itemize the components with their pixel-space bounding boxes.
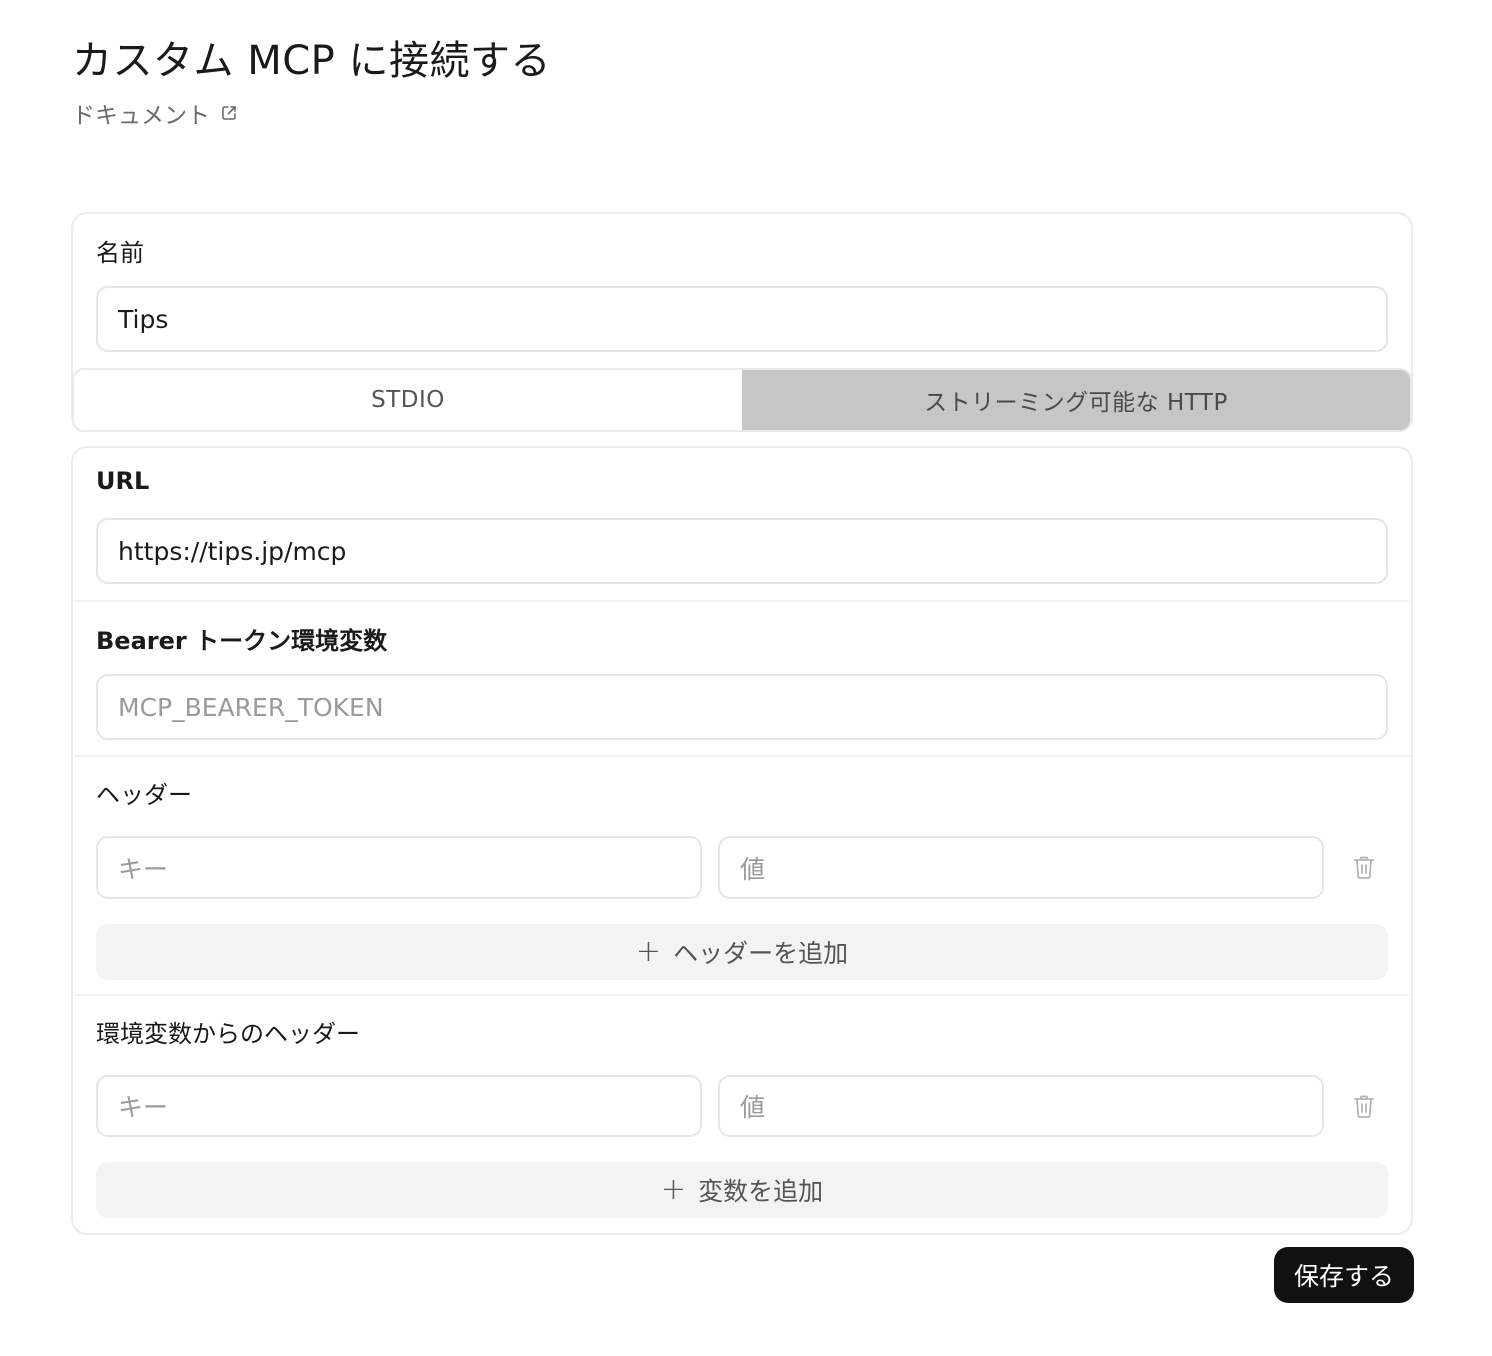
env-headers-label: 環境変数からのヘッダー	[96, 1020, 360, 1048]
bearer-token-input[interactable]: MCP_BEARER_TOKEN	[96, 674, 1388, 740]
tab-streamable-http-label: ストリーミング可能な HTTP	[924, 390, 1228, 416]
section-divider	[74, 600, 1410, 602]
documentation-link-label: ドキュメント	[72, 103, 210, 129]
documentation-link[interactable]: ドキュメント	[72, 96, 238, 130]
header-key-input[interactable]: キー	[96, 836, 702, 899]
save-button-label: 保存する	[1293, 1262, 1394, 1291]
add-variable-button[interactable]: + 変数を追加	[96, 1162, 1388, 1218]
trash-icon[interactable]	[1352, 854, 1376, 880]
url-input-value: https://tips.jp/mcp	[118, 536, 347, 566]
external-link-icon	[222, 106, 236, 120]
env-header-key-input[interactable]: キー	[96, 1075, 702, 1137]
name-label: 名前	[96, 239, 144, 267]
page-title: カスタム MCP に接続する	[72, 38, 551, 84]
add-header-label: ヘッダーを追加	[673, 939, 849, 968]
headers-label: ヘッダー	[96, 781, 192, 809]
tab-stdio[interactable]: STDIO	[74, 370, 742, 430]
url-input[interactable]: https://tips.jp/mcp	[96, 518, 1388, 584]
section-divider	[74, 994, 1410, 996]
section-divider	[74, 755, 1410, 757]
trash-icon[interactable]	[1352, 1093, 1376, 1119]
transport-tabs: STDIO ストリーミング可能な HTTP	[72, 368, 1412, 432]
name-input[interactable]: Tips	[96, 286, 1388, 352]
bearer-token-label: Bearer トークン環境変数	[96, 627, 388, 655]
add-header-button[interactable]: + ヘッダーを追加	[96, 924, 1388, 980]
header-value-input[interactable]: 値	[718, 836, 1324, 899]
url-label: URL	[96, 467, 150, 495]
env-header-value-input[interactable]: 値	[718, 1075, 1324, 1137]
tab-streamable-http[interactable]: ストリーミング可能な HTTP	[742, 370, 1410, 430]
plus-icon: +	[635, 934, 662, 969]
env-header-key-placeholder: キー	[118, 1093, 169, 1122]
bearer-token-placeholder: MCP_BEARER_TOKEN	[118, 692, 384, 722]
name-input-value: Tips	[118, 304, 169, 334]
connect-custom-mcp-page: カスタム MCP に接続する ドキュメント 名前 Tips STDIO ストリー…	[0, 0, 1492, 1356]
add-variable-label: 変数を追加	[698, 1177, 824, 1206]
tab-stdio-label: STDIO	[371, 387, 445, 413]
plus-icon: +	[660, 1172, 687, 1207]
header-value-placeholder: 値	[740, 854, 766, 884]
save-button[interactable]: 保存する	[1274, 1247, 1414, 1303]
env-header-value-placeholder: 値	[740, 1093, 766, 1122]
header-key-placeholder: キー	[118, 854, 169, 884]
